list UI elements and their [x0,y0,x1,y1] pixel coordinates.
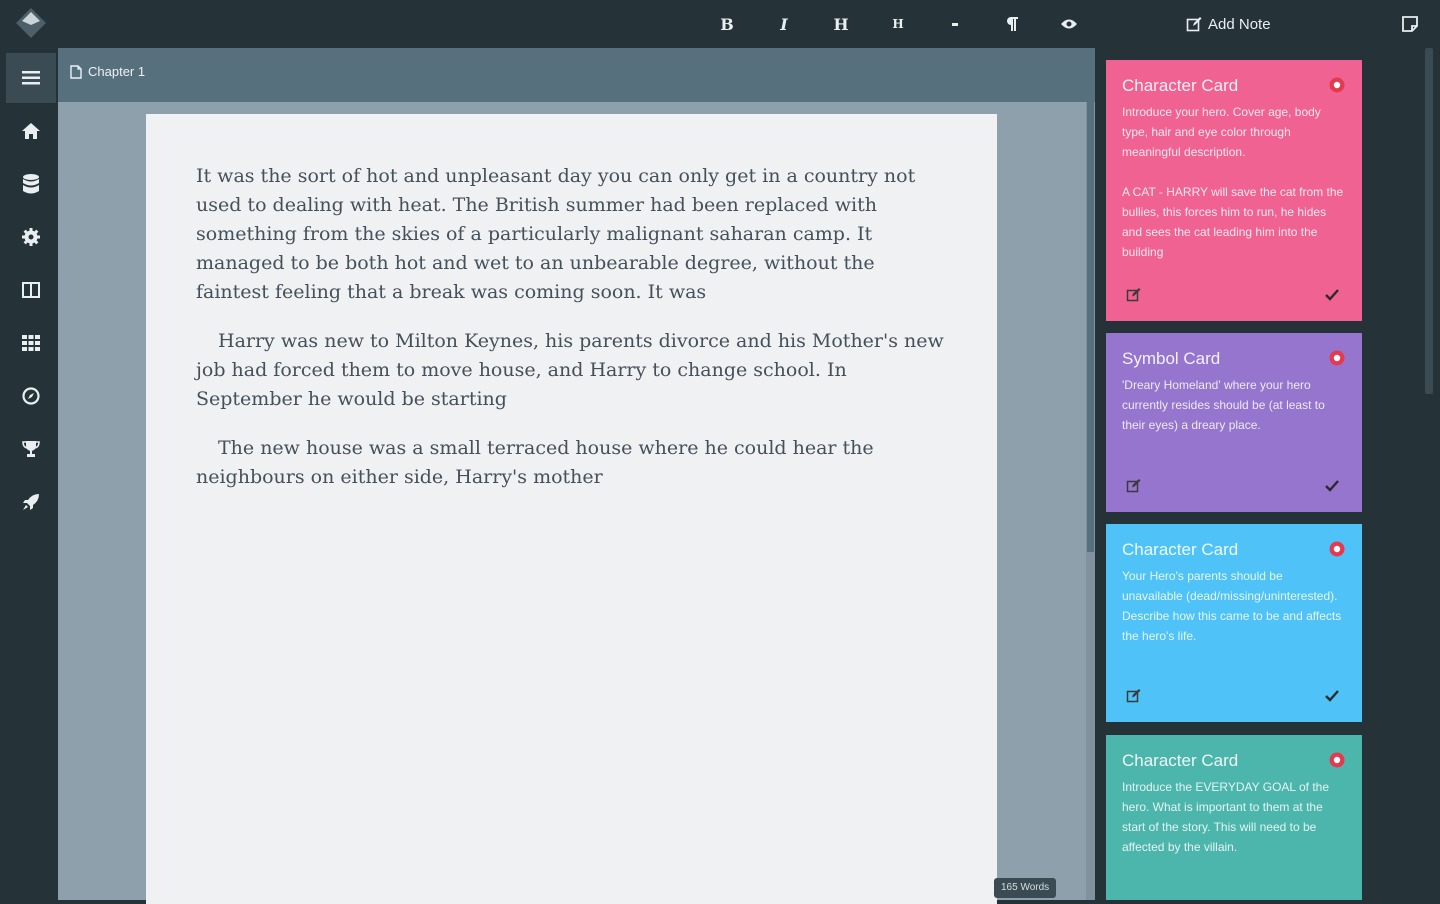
note-card[interactable]: Character Card Introduce the EVERYDAY GO… [1106,735,1362,900]
edit-icon [1186,17,1202,32]
add-note-label: Add Note [1208,15,1271,33]
sidebar-item-grid[interactable] [6,318,56,368]
italic-button[interactable]: I [769,11,799,37]
subheading-icon: H [892,17,904,31]
database-icon [23,174,39,194]
editor-scrollbar-thumb[interactable] [1087,102,1094,552]
add-note-button[interactable]: Add Note [1186,11,1271,37]
sidebar [0,48,58,900]
logo-icon [16,8,46,38]
note-card[interactable]: Character Card Your Hero's parents shoul… [1106,524,1362,722]
paragraph-2: Harry was new to Milton Keynes, his pare… [196,330,944,410]
check-icon[interactable] [1324,688,1340,704]
tab-chapter-1[interactable]: Chapter 1 [70,64,145,79]
sticky-note-icon [1402,16,1418,32]
sidebar-item-home[interactable] [6,106,56,156]
paragraph-1: It was the sort of hot and unpleasant da… [196,165,916,303]
notes-panel: Character Card Introduce your hero. Cove… [1095,48,1440,900]
subheading-button[interactable]: H [883,11,913,37]
note-text: Your Hero's parents should be unavailabl… [1122,569,1342,643]
home-icon [22,123,40,139]
note-title: Symbol Card [1122,349,1221,368]
sticky-note-button[interactable] [1398,12,1422,36]
close-icon[interactable] [1328,751,1346,769]
eye-icon [1061,19,1077,29]
close-icon[interactable] [1328,540,1346,558]
edit-icon[interactable] [1126,287,1142,303]
small-text-button[interactable] [940,11,970,37]
note-title: Character Card [1122,540,1239,559]
check-icon[interactable] [1324,287,1340,303]
edit-icon[interactable] [1126,478,1142,494]
document-icon [70,64,82,79]
note-card[interactable]: Symbol Card 'Dreary Homeland' where your… [1106,333,1362,512]
note-text: Introduce the EVERYDAY GOAL of the hero.… [1122,780,1330,854]
compass-icon [22,387,40,405]
bold-icon: B [720,14,734,34]
sidebar-item-settings[interactable] [6,212,56,262]
paragraph-icon [1007,17,1018,31]
note-text: Introduce your hero. Cover age, body typ… [1122,105,1344,259]
rocket-icon [23,494,39,510]
trophy-icon [22,441,40,457]
sidebar-item-database[interactable] [6,159,56,209]
note-title: Character Card [1122,751,1239,770]
note-text: 'Dreary Homeland' where your hero curren… [1122,378,1325,432]
notes-scrollbar-thumb[interactable] [1425,48,1433,394]
top-toolbar: B I H H Add Note [0,0,1440,48]
check-icon[interactable] [1324,478,1340,494]
app-logo[interactable] [14,6,48,40]
heading-button[interactable]: H [826,11,856,37]
preview-button[interactable] [1054,11,1084,37]
sidebar-item-launch[interactable] [6,477,56,527]
note-card[interactable]: Character Card Introduce your hero. Cove… [1106,60,1362,321]
paragraph-button[interactable] [997,11,1027,37]
columns-icon [22,282,40,298]
sidebar-item-compass[interactable] [6,371,56,421]
cog-icon [22,228,40,246]
edit-icon[interactable] [1126,688,1142,704]
close-icon[interactable] [1328,76,1346,94]
italic-icon: I [780,14,788,34]
editor-area: Chapter 1 It was the sort of hot and unp… [58,48,1095,904]
menu-icon [22,71,40,85]
grid-icon [22,335,40,351]
bold-button[interactable]: B [712,11,742,37]
dot-icon [952,23,958,26]
sidebar-item-columns[interactable] [6,265,56,315]
sidebar-item-trophy[interactable] [6,424,56,474]
word-count-badge: 165 Words [994,878,1057,898]
note-title: Character Card [1122,76,1239,95]
paragraph-3: The new house was a small terraced house… [196,437,874,488]
tab-label: Chapter 1 [88,64,146,79]
document-page[interactable]: It was the sort of hot and unpleasant da… [146,114,997,904]
tab-bar: Chapter 1 [58,48,1095,102]
sidebar-item-menu[interactable] [6,53,56,103]
close-icon[interactable] [1328,349,1346,367]
heading-icon: H [833,14,849,34]
